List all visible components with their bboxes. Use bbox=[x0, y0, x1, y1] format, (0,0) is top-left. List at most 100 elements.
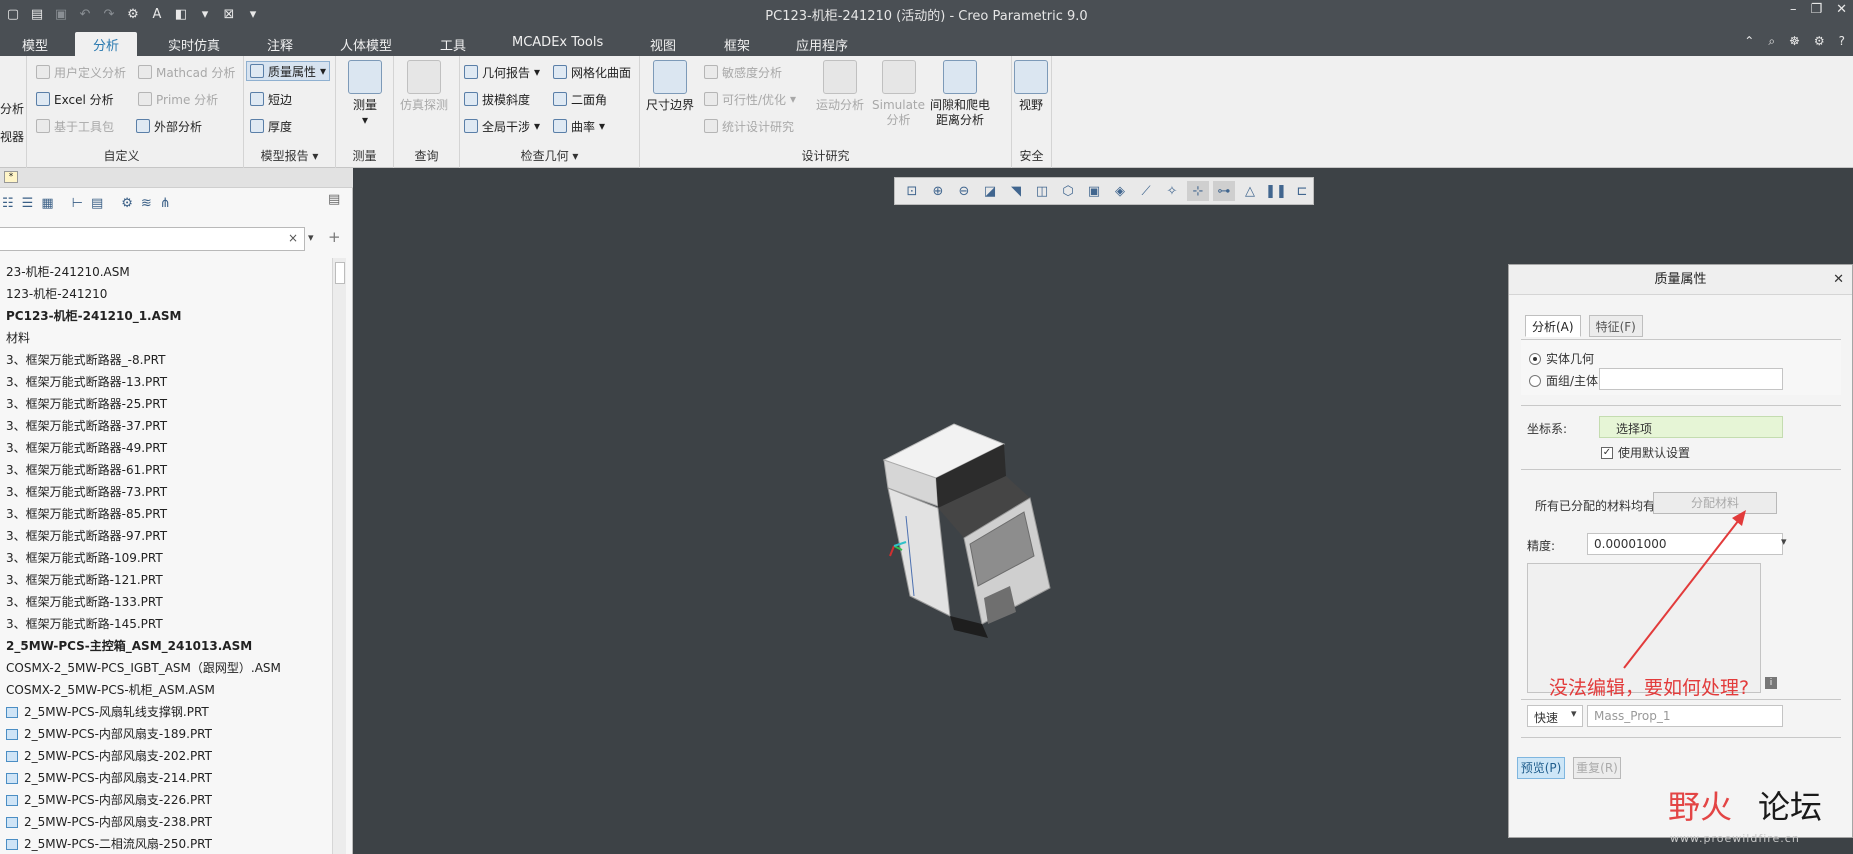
use-default-checkbox[interactable]: ✓ 使用默认设置 bbox=[1601, 444, 1690, 461]
tree-row[interactable]: COSMX-2_5MW-PCS_IGBT_ASM（跟网型）.ASM bbox=[0, 657, 330, 679]
tab-realtime-sim[interactable]: 实时仿真 bbox=[168, 32, 220, 56]
view-cut-button[interactable]: 视器 bbox=[0, 126, 24, 146]
info-icon[interactable]: i bbox=[1765, 677, 1777, 689]
repeat-button[interactable]: 重复(R) bbox=[1573, 757, 1621, 779]
appearance-icon[interactable]: △ bbox=[1239, 181, 1261, 201]
tree-filter-icon[interactable]: ⊢ bbox=[72, 196, 83, 211]
tree-scrollbar[interactable] bbox=[332, 258, 346, 854]
tab-analysis[interactable]: 分析 bbox=[75, 32, 138, 56]
feasibility-button[interactable]: 可行性/优化 ▾ bbox=[704, 89, 796, 109]
help-icon[interactable]: ? bbox=[1839, 34, 1845, 49]
preview-button[interactable]: 预览(P) bbox=[1517, 757, 1565, 779]
clear-icon[interactable]: × bbox=[288, 231, 298, 245]
annotation-display-icon[interactable]: ✧ bbox=[1161, 181, 1183, 201]
measure-button[interactable]: 测量 ▾ bbox=[348, 60, 382, 128]
annotation-plane-icon[interactable]: ⊏ bbox=[1291, 181, 1313, 201]
tab-tools[interactable]: 工具 bbox=[440, 32, 466, 56]
layers-icon[interactable]: ≋ bbox=[141, 196, 152, 211]
restore-icon[interactable]: ❐ bbox=[1810, 2, 1822, 17]
perspective-icon[interactable]: ◥ bbox=[1005, 181, 1027, 201]
clearance-creepage-button[interactable]: 间隙和爬电 距离分析 bbox=[930, 60, 990, 128]
tree-row[interactable]: PC123-机柜-241210_1.ASM bbox=[0, 305, 330, 327]
quilt-body-radio[interactable]: 面组/主体: bbox=[1529, 372, 1602, 389]
mesh-surface-button[interactable]: 网格化曲面 bbox=[553, 62, 631, 82]
tree-row[interactable]: 3、框架万能式断路器-73.PRT bbox=[0, 481, 330, 503]
global-interference-button[interactable]: 全局干涉 ▾ bbox=[464, 116, 540, 136]
tree-row[interactable]: 123-机柜-241210 bbox=[0, 283, 330, 305]
excel-analysis-button[interactable]: Excel 分析 bbox=[36, 89, 114, 109]
close-icon[interactable]: ✕ bbox=[1833, 272, 1844, 287]
dimension-boundary-button[interactable]: 尺寸边界 bbox=[646, 60, 694, 113]
analysis-cut-button[interactable]: 分析 bbox=[0, 98, 24, 118]
tree-row[interactable]: 3、框架万能式断路器-49.PRT bbox=[0, 437, 330, 459]
vision-button[interactable]: 视野 bbox=[1014, 60, 1048, 113]
tree-row[interactable]: 2_5MW-PCS-内部风扇支-189.PRT bbox=[0, 723, 330, 745]
tree-row[interactable]: 3、框架万能式断路器-25.PRT bbox=[0, 393, 330, 415]
tree-row[interactable]: 2_5MW-PCS-内部风扇支-214.PRT bbox=[0, 767, 330, 789]
close-icon[interactable]: ✕ bbox=[1836, 2, 1847, 17]
refit-icon[interactable]: ⊡ bbox=[901, 181, 923, 201]
tree-row[interactable]: 3、框架万能式断路器-37.PRT bbox=[0, 415, 330, 437]
group-label-inspect[interactable]: 检查几何 ▾ bbox=[460, 147, 639, 164]
saved-orientations-icon[interactable]: ⬡ bbox=[1057, 181, 1079, 201]
statistical-study-button[interactable]: 统计设计研究 bbox=[704, 116, 794, 136]
tree-settings-icon[interactable]: ▤ bbox=[328, 192, 340, 207]
pause-icon[interactable]: ❚❚ bbox=[1265, 181, 1287, 201]
detail-view-icon[interactable]: ▦ bbox=[41, 196, 53, 211]
user-defined-analysis-button[interactable]: 用户定义分析 bbox=[36, 62, 126, 82]
mathcad-analysis-button[interactable]: Mathcad 分析 bbox=[138, 62, 235, 82]
tab-frame[interactable]: 框架 bbox=[724, 32, 750, 56]
tree-view-icon[interactable]: ☷ bbox=[2, 196, 14, 211]
mass-properties-button[interactable]: 质量属性 ▾ bbox=[246, 61, 331, 81]
settings-icon[interactable]: ⚙ bbox=[121, 196, 133, 211]
sim-probe-button[interactable]: 仿真探测 bbox=[400, 60, 448, 113]
tree-row[interactable]: 3、框架万能式断路器-85.PRT bbox=[0, 503, 330, 525]
tree-row[interactable]: 2_5MW-PCS-风扇轧线支撑钢.PRT bbox=[0, 701, 330, 723]
tree-row[interactable]: 3、框架万能式断路-133.PRT bbox=[0, 591, 330, 613]
tab-view[interactable]: 视图 bbox=[650, 32, 676, 56]
external-analysis-button[interactable]: 外部分析 bbox=[136, 116, 202, 136]
cabinet-3d-model[interactable] bbox=[854, 416, 1114, 646]
zoom-out-icon[interactable]: ⊖ bbox=[953, 181, 975, 201]
scrollbar-thumb[interactable] bbox=[335, 262, 345, 284]
spin-center-icon[interactable]: ⊹ bbox=[1187, 181, 1209, 201]
tree-row[interactable]: 2_5MW-PCS-内部风扇支-238.PRT bbox=[0, 811, 330, 833]
tab-mcadex[interactable]: MCADEx Tools bbox=[512, 32, 603, 56]
draft-button[interactable]: 拔模斜度 bbox=[464, 89, 530, 109]
tree-columns-icon[interactable]: ▤ bbox=[91, 196, 103, 211]
toolkit-analysis-button[interactable]: 基于工具包 bbox=[36, 116, 114, 136]
tree-row[interactable]: 2_5MW-PCS-内部风扇支-226.PRT bbox=[0, 789, 330, 811]
settings-icon[interactable]: ⚙ bbox=[1814, 34, 1825, 49]
tree-row[interactable]: 材料 bbox=[0, 327, 330, 349]
tree-row[interactable]: COSMX-2_5MW-PCS-机柜_ASM.ASM bbox=[0, 679, 330, 701]
tree-search-input[interactable]: × bbox=[0, 227, 305, 251]
axis-display-icon[interactable]: ⊶ bbox=[1213, 181, 1235, 201]
search-icon[interactable]: ⌕ bbox=[1768, 34, 1775, 49]
tree-row[interactable]: 3、框架万能式断路-145.PRT bbox=[0, 613, 330, 635]
datum-display-icon[interactable]: ⟋ bbox=[1135, 181, 1157, 201]
add-icon[interactable]: + bbox=[328, 228, 341, 246]
motion-analysis-button[interactable]: 运动分析 bbox=[816, 60, 864, 113]
tab-manikin[interactable]: 人体模型 bbox=[340, 32, 392, 56]
simulate-analysis-button[interactable]: Simulate 分析 bbox=[872, 60, 925, 128]
view-manager-icon[interactable]: ▣ bbox=[1083, 181, 1105, 201]
tree-row[interactable]: 3、框架万能式断路器-13.PRT bbox=[0, 371, 330, 393]
prime-analysis-button[interactable]: Prime 分析 bbox=[138, 89, 218, 109]
chevron-down-icon[interactable]: ▾ bbox=[1781, 535, 1787, 548]
minimize-icon[interactable]: – bbox=[1790, 2, 1797, 17]
repaint-icon[interactable]: ◪ bbox=[979, 181, 1001, 201]
tab-applications[interactable]: 应用程序 bbox=[796, 32, 848, 56]
group-label-model-report[interactable]: 模型报告 ▾ bbox=[244, 147, 335, 164]
tree-row[interactable]: 23-机柜-241210.ASM bbox=[0, 261, 330, 283]
community-icon[interactable]: ☸ bbox=[1789, 34, 1800, 49]
short-edge-button[interactable]: 短边 bbox=[250, 89, 292, 109]
tab-model[interactable]: 模型 bbox=[22, 32, 48, 56]
layer-list-icon[interactable]: ☰ bbox=[22, 196, 34, 211]
zoom-in-icon[interactable]: ⊕ bbox=[927, 181, 949, 201]
coordinate-system-field[interactable]: 选择项 bbox=[1599, 416, 1783, 438]
tree-row[interactable]: 3、框架万能式断路-109.PRT bbox=[0, 547, 330, 569]
tab-annotate[interactable]: 注释 bbox=[267, 32, 293, 56]
thickness-button[interactable]: 厚度 bbox=[250, 116, 292, 136]
hierarchy-icon[interactable]: ⋔ bbox=[160, 196, 171, 211]
quilt-body-field[interactable] bbox=[1599, 368, 1783, 390]
